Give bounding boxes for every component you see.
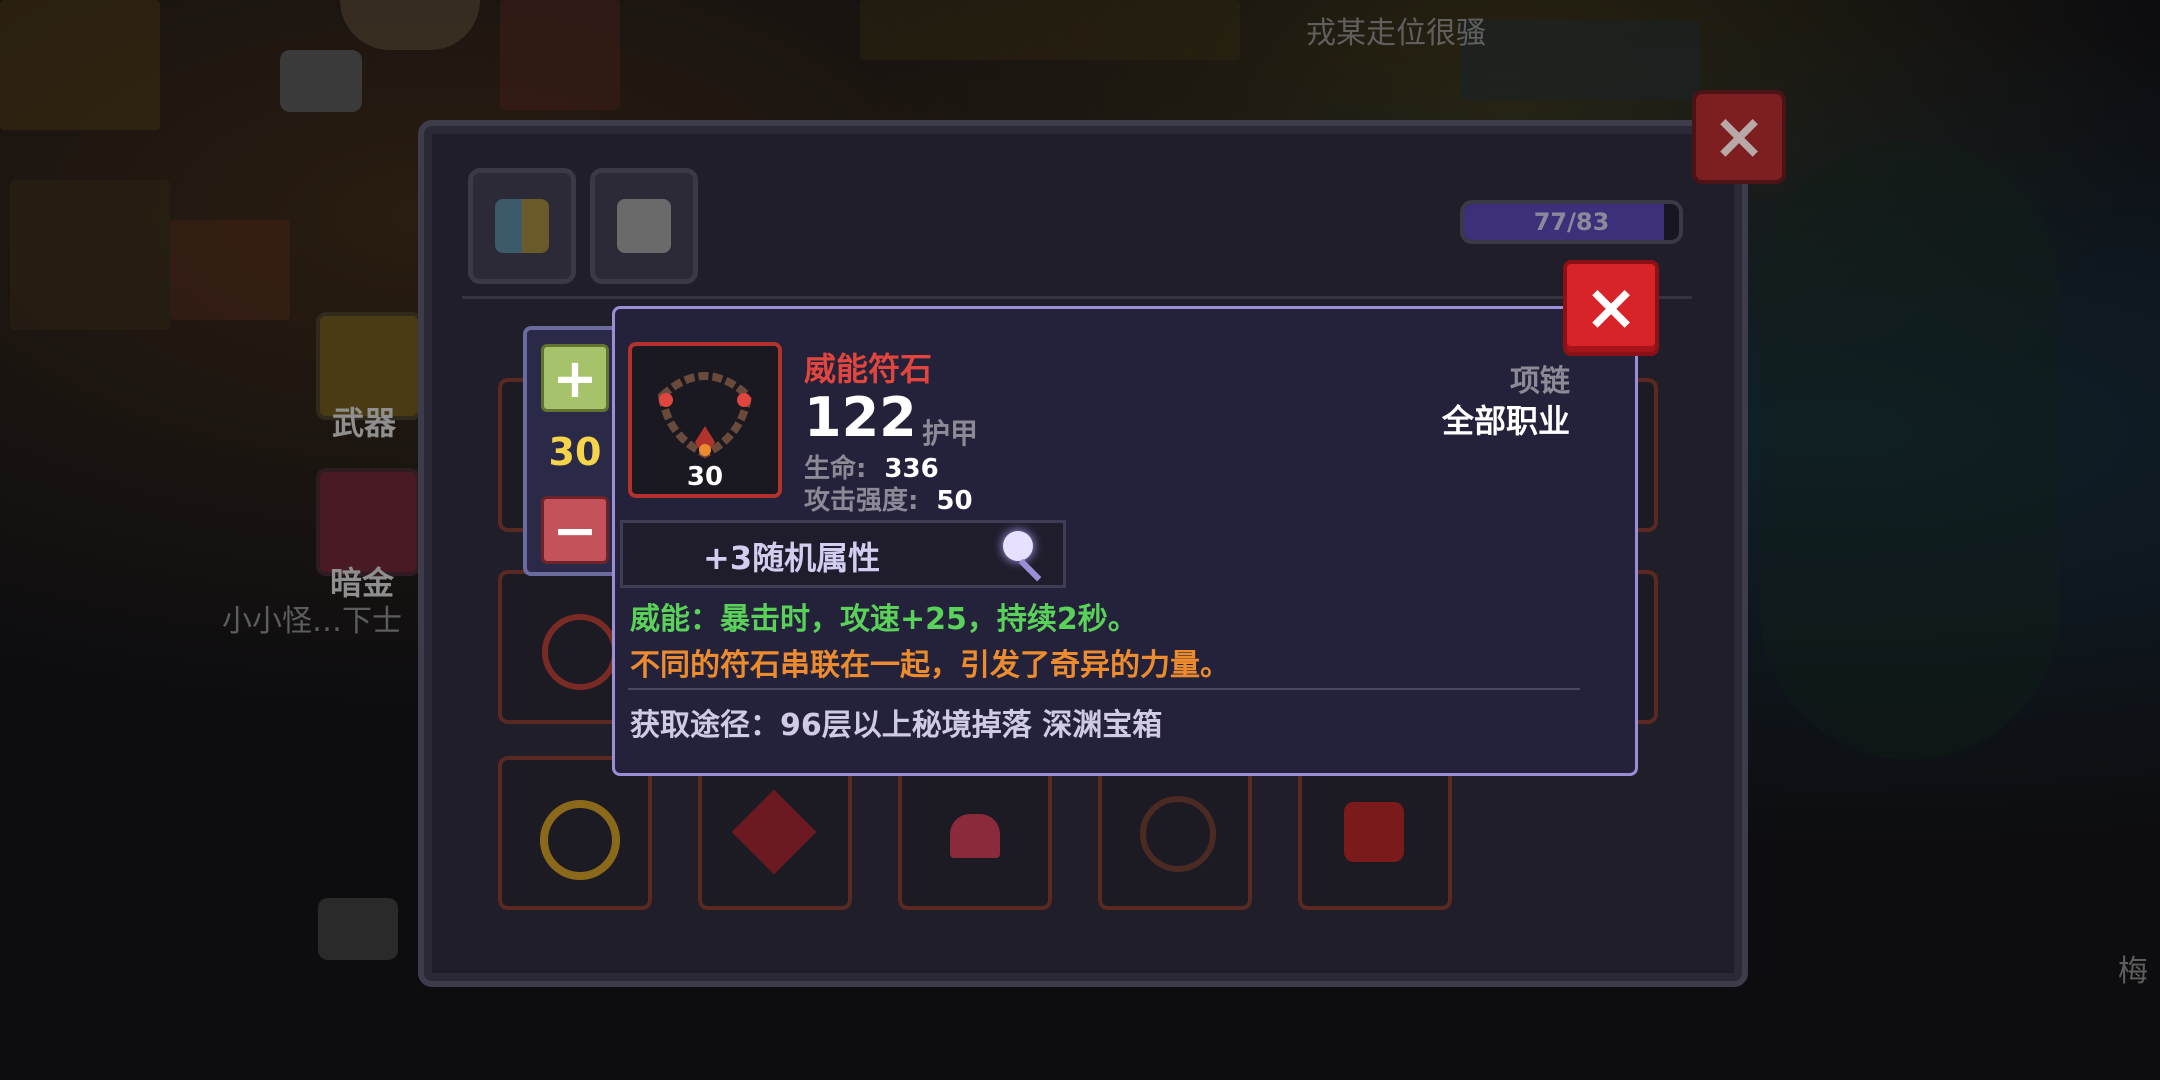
chat-bubble-icon[interactable] [280,50,362,112]
item-flavor: 不同的符石串联在一起，引发了奇异的力量。 [630,648,1230,683]
inventory-slot[interactable] [1298,756,1452,910]
armor-label: 护甲 [922,417,979,450]
item-source: 获取途径：96层以上秘境掉落 深渊宝箱 [630,708,1163,743]
bg-decor [170,220,290,320]
tab-all[interactable] [468,168,576,284]
player-name-top: 戎某走位很骚 [1306,16,1486,51]
item-type: 项链 [1510,364,1570,399]
item-name: 威能符石 [804,350,933,388]
quantity-minus-button[interactable]: − [541,496,609,564]
rune-necklace-icon [1140,796,1216,872]
dark-gold-button[interactable]: 暗金 [316,468,420,602]
random-attribute-label: +3随机属性 [703,539,881,577]
tooltip-divider [628,688,1580,690]
bg-decor [860,0,1240,60]
crimson-necklace-icon [1344,802,1404,862]
capacity-bar: 77/83 [1460,200,1683,244]
stat-value: 50 [936,486,973,516]
chest-icon[interactable] [318,898,398,960]
heart-necklace-icon [950,814,1000,858]
tab-armor[interactable] [590,168,698,284]
weapon-label: 武器 [332,404,397,442]
armor-icon [617,199,671,253]
armor-value: 122 [804,386,917,449]
necklace-icon [542,614,618,690]
bg-decor [500,0,620,110]
capacity-text: 77/83 [1533,208,1610,236]
item-level: 30 [686,462,724,492]
item-icon-frame: 30 [628,342,782,498]
item-class: 全部职业 [1441,402,1570,440]
stat-row: 攻击强度: 50 [804,480,973,517]
magnifier-icon[interactable] [1003,531,1033,561]
bg-decor [10,180,170,330]
panel-close-button[interactable]: × [1692,90,1786,184]
player-name-right: 梅 [2118,954,2148,989]
magnifier-handle [1018,558,1042,582]
inventory-slot[interactable] [1098,756,1252,910]
dark-gold-label: 暗金 [330,564,395,602]
stat-label: 攻击强度: [804,486,919,516]
inventory-slot[interactable] [498,756,652,910]
bg-decor [1460,20,1700,100]
bg-decor [1760,140,2060,760]
inventory-slot[interactable] [898,756,1052,910]
quantity-value: 30 [548,430,602,474]
inventory-slot[interactable] [698,756,852,910]
quantity-plus-button[interactable]: + [541,344,609,412]
weapon-button[interactable]: 武器 [316,312,422,442]
ruby-necklace-icon [731,789,817,875]
panel-divider [462,296,1692,299]
random-attribute-box[interactable]: +3随机属性 [620,520,1066,588]
item-effect: 威能：暴击时，攻速+25，持续2秒。 [630,602,1138,637]
bg-decor [0,0,160,130]
tooltip-close-button[interactable]: × [1563,260,1659,356]
gold-necklace-icon [540,800,620,880]
grid-icon [495,199,549,253]
